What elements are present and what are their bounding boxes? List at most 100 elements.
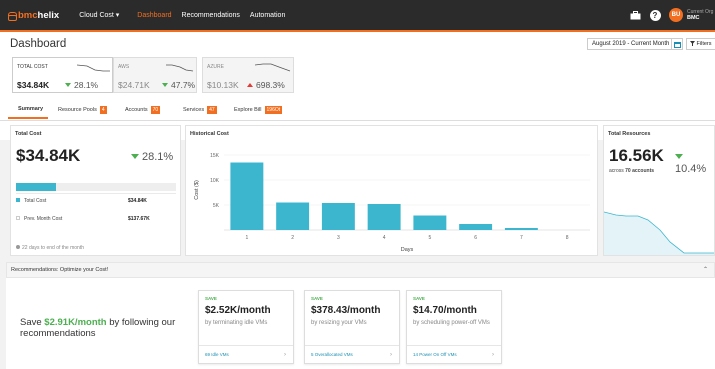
tab-explore-bill[interactable]: Explore Bill 196Ot [234, 106, 283, 114]
filters-button[interactable]: Filters [686, 38, 715, 50]
total-cost-value: $34.84K [16, 146, 81, 165]
brand-prefix: bmc [18, 9, 38, 21]
clock-icon [16, 245, 20, 249]
sparkline [255, 63, 291, 72]
bar [276, 202, 310, 230]
active-tab-indicator [8, 117, 48, 119]
collapse-chevron-icon[interactable]: ⌃ [703, 263, 708, 277]
total-cost-change: 28.1% [131, 151, 173, 163]
bar [459, 224, 493, 230]
recommendation-card-overallocated-vms[interactable]: SAVE $378.43/month by resizing your VMs … [304, 290, 400, 364]
toolbox-icon[interactable] [629, 9, 641, 21]
tab-divider [0, 120, 715, 121]
sparkline [166, 64, 194, 72]
x-tick-label: 6 [474, 235, 477, 241]
brand-name: helix [37, 9, 60, 21]
date-range-selector[interactable]: August 2019 - Current Month [587, 38, 675, 50]
month-end-note: 22 days to end of the month [16, 245, 84, 251]
card-title: Total Resources [608, 131, 651, 137]
total-resources-value: 16.56K [609, 146, 664, 165]
save-amount: $378.43/month [311, 305, 381, 316]
help-icon[interactable]: ? [649, 9, 661, 21]
kpi-aws[interactable]: AWS $24.71K 47.7% [113, 57, 197, 93]
y-tick-label: 10K [210, 178, 220, 184]
tab-accounts[interactable]: Accounts 70 [125, 106, 161, 114]
chevron-right-icon: › [284, 352, 286, 358]
bar [504, 228, 538, 230]
kpi-change: 28.1% [65, 80, 98, 90]
y-tick-label: 5K [213, 203, 220, 209]
top-nav-bar: bmc helix Cloud Cost ▾ Dashboard Recommen… [0, 0, 715, 30]
user-avatar[interactable]: BU [669, 8, 683, 22]
card-link[interactable]: 69 Idle VMs › [199, 345, 293, 364]
tab-services[interactable]: Services 47 [183, 106, 217, 114]
nav-cloud-cost[interactable]: Cloud Cost ▾ [79, 11, 119, 19]
bmc-helix-logo[interactable]: bmc helix [8, 10, 59, 21]
org-switcher[interactable]: Current Org BMC [687, 9, 715, 21]
x-tick-label: 7 [520, 235, 523, 241]
x-tick-label: 3 [337, 235, 340, 241]
x-tick-label: 4 [383, 235, 386, 241]
cost-progress-fill [16, 183, 56, 191]
tab-summary[interactable]: Summary [18, 106, 43, 112]
trend-down-icon [675, 154, 683, 159]
trend-area [604, 212, 714, 255]
kpi-value: $24.71K [118, 80, 150, 90]
x-tick-label: 8 [566, 235, 569, 241]
nav-recommendations[interactable]: Recommendations [182, 12, 240, 19]
resources-trend-chart [604, 211, 714, 255]
kpi-change: 698.3% [247, 80, 285, 90]
chevron-right-icon: › [390, 352, 392, 358]
prev-month-amount: $137.67K [128, 216, 150, 222]
save-description: by terminating idle VMs [205, 320, 268, 326]
total-resources-change: 10.4% [675, 151, 715, 175]
tab-resource-pools[interactable]: Resource Pools 4 [58, 106, 107, 114]
legend-total-cost: Total Cost [16, 198, 46, 204]
card-title: Total Cost [15, 131, 42, 137]
bar [230, 162, 264, 230]
calendar-icon [673, 41, 681, 48]
save-description: by resizing your VMs [311, 320, 367, 326]
bar [367, 204, 401, 230]
bmc-logo-icon [8, 11, 17, 21]
kpi-label: AZURE [207, 64, 224, 70]
save-amount: $2.52K/month [205, 305, 271, 316]
legend-swatch [16, 198, 20, 202]
dashboard-tabs: Summary Resource Pools 4 Accounts 70 Servi… [0, 102, 715, 120]
kpi-azure[interactable]: AZURE $10.13K 698.3% [202, 57, 294, 93]
trend-down-icon [65, 83, 71, 87]
save-label: SAVE [413, 296, 425, 301]
nav-automation[interactable]: Automation [250, 12, 285, 19]
recommendations-header[interactable]: Recommendations: Optimize your Cost! ⌃ [6, 262, 715, 278]
legend-swatch [16, 216, 20, 220]
save-description: by scheduling power-off VMs [413, 320, 490, 326]
kpi-label: AWS [118, 64, 130, 70]
org-name: BMC [687, 15, 700, 21]
page-title: Dashboard [10, 38, 67, 50]
card-link[interactable]: 5 Overallocated VMs › [305, 345, 399, 364]
savings-summary: Save $2.91K/month by following our recom… [20, 317, 176, 339]
tab-count-badge: 70 [150, 106, 161, 114]
kpi-change: 47.7% [162, 80, 195, 90]
calendar-button[interactable] [671, 38, 683, 50]
recommendation-card-power-schedule[interactable]: SAVE $14.70/month by scheduling power-of… [406, 290, 502, 364]
recommendation-card-idle-vms[interactable]: SAVE $2.52K/month by terminating idle VM… [198, 290, 294, 364]
nav-dashboard[interactable]: Dashboard [137, 12, 171, 19]
historical-cost-chart: 5K 10K 15K 1 2 3 4 5 6 7 8 Days Cost ($) [194, 153, 590, 253]
y-tick-label: 15K [210, 153, 220, 159]
kpi-value: $10.13K [207, 80, 239, 90]
x-tick-label: 1 [245, 235, 248, 241]
x-tick-label: 2 [291, 235, 294, 241]
bar [413, 215, 447, 230]
recommendations-title: Recommendations: Optimize your Cost! [11, 267, 109, 273]
accounts-subtitle: across 70 accounts [609, 168, 655, 174]
sparkline [77, 64, 110, 72]
save-amount: $14.70/month [413, 305, 477, 316]
total-cost-amount: $34.84K [128, 198, 147, 204]
filter-icon [690, 40, 695, 46]
filters-label: Filters [696, 41, 712, 47]
kpi-total-cost[interactable]: TOTAL COST $34.84K 28.1% [12, 57, 113, 93]
x-tick-label: 5 [428, 235, 431, 241]
trend-down-icon [162, 83, 168, 87]
card-link[interactable]: 14 Power On Off VMs › [407, 345, 501, 364]
